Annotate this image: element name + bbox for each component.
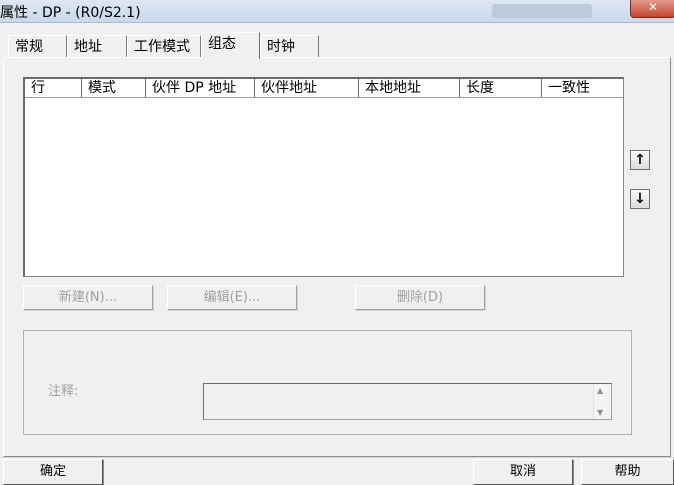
column-header-consistency[interactable]: 一致性	[542, 79, 622, 97]
table-header: 行 模式 伙伴 DP 地址 伙伴地址 本地地址 长度 一致性	[25, 79, 623, 98]
delete-button[interactable]: 删除(D)	[355, 285, 485, 310]
arrow-down-icon: ↓	[634, 191, 646, 207]
cancel-button[interactable]: 取消	[473, 459, 573, 485]
column-header-mode[interactable]: 模式	[82, 79, 146, 97]
move-down-button[interactable]: ↓	[630, 189, 650, 209]
window-title: 属性 - DP - (R0/S2.1)	[0, 5, 141, 21]
column-header-partner-dp-address[interactable]: 伙伴 DP 地址	[146, 79, 255, 97]
help-button[interactable]: 帮助	[581, 459, 674, 485]
tab-clock[interactable]: 时钟	[260, 35, 319, 57]
new-button[interactable]: 新建(N)...	[23, 285, 153, 310]
ok-button[interactable]: 确定	[3, 459, 103, 485]
footer-divider	[0, 457, 674, 458]
table-body[interactable]	[25, 98, 623, 276]
comment-scrollbar[interactable]: ▲ ▼	[593, 384, 611, 419]
comment-label: 注释:	[48, 384, 79, 399]
close-button[interactable]: ✕	[630, 0, 674, 18]
tab-strip: 常规 地址 工作模式 组态 时钟	[0, 32, 674, 59]
column-header-row[interactable]: 行	[25, 79, 82, 97]
tab-operating-mode[interactable]: 工作模式	[127, 35, 201, 57]
tab-configuration[interactable]: 组态	[201, 32, 260, 59]
tab-general[interactable]: 常规	[8, 35, 67, 57]
edit-button[interactable]: 编辑(E)...	[167, 285, 297, 310]
scroll-up-icon[interactable]: ▲	[597, 386, 603, 395]
column-header-local-address[interactable]: 本地地址	[359, 79, 460, 97]
comment-field[interactable]: ▲ ▼	[203, 383, 612, 420]
column-header-length[interactable]: 长度	[460, 79, 542, 97]
move-up-button[interactable]: ↑	[630, 150, 650, 170]
column-header-partner-address[interactable]: 伙伴地址	[255, 79, 359, 97]
scroll-down-icon[interactable]: ▼	[597, 408, 603, 417]
title-bar-blur	[492, 4, 592, 18]
configuration-table[interactable]: 行 模式 伙伴 DP 地址 伙伴地址 本地地址 长度 一致性	[23, 77, 624, 277]
title-bar: 属性 - DP - (R0/S2.1) ✕	[0, 0, 674, 23]
arrow-up-icon: ↑	[634, 152, 646, 168]
tab-address[interactable]: 地址	[67, 35, 127, 57]
